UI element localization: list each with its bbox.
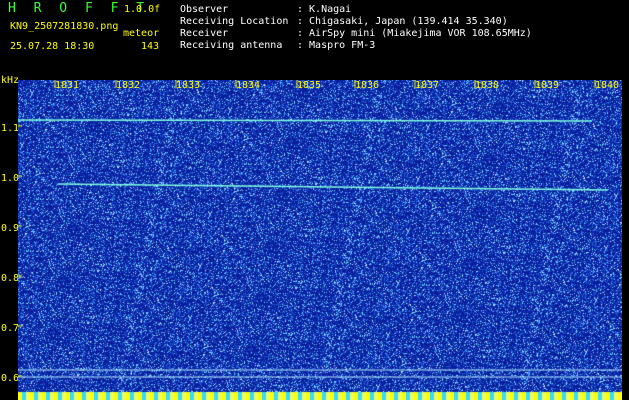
info-label-receiver: Receiver <box>180 28 229 39</box>
info-value-location: : Chigasaki, Japan (139.414 35.340) <box>297 16 508 27</box>
header-panel: H R O F F T 1.0.0f KN9_2507281830.png me… <box>0 0 629 76</box>
y-tick-label: 1.1 <box>1 123 20 134</box>
time-tick-label: 1833 <box>176 80 201 91</box>
time-tick-label: 1836 <box>355 80 380 91</box>
y-axis-unit: kHz <box>1 75 20 86</box>
app-version: 1.0.0f <box>124 4 161 15</box>
meteor-count: 143 <box>141 41 160 52</box>
time-tick-label: 1834 <box>236 80 261 91</box>
info-value-receiver: : AirSpy mini (Miakejima VOR 108.65MHz) <box>297 28 532 39</box>
y-tick-label: 0.8 <box>1 273 20 284</box>
info-value-observer: : K.Nagai <box>297 4 352 15</box>
spectrogram-plot <box>18 80 622 400</box>
time-tick-label: 1838 <box>475 80 500 91</box>
info-label-observer: Observer <box>180 4 229 15</box>
time-tick-label: 1832 <box>116 80 141 91</box>
info-label-antenna: Receiving antenna <box>180 40 283 51</box>
file-name: KN9_2507281830.png <box>10 21 119 32</box>
time-tick-label: 1835 <box>297 80 322 91</box>
time-tick-label: 1837 <box>415 80 440 91</box>
file-timestamp: 25.07.28 18:30 <box>10 41 95 52</box>
meteor-label: meteor <box>123 28 160 39</box>
y-tick-label: 0.9 <box>1 223 20 234</box>
y-tick-label: 0.6 <box>1 373 20 384</box>
y-tick-label: 0.7 <box>1 323 20 334</box>
info-value-antenna: : Maspro FM-3 <box>297 40 376 51</box>
time-tick-label: 1840 <box>595 80 620 91</box>
y-tick-label: 1.0 <box>1 173 20 184</box>
time-tick-label: 1831 <box>55 80 80 91</box>
info-label-location: Receiving Location <box>180 16 289 27</box>
time-tick-label: 1839 <box>535 80 560 91</box>
spectrogram-canvas <box>18 80 622 400</box>
